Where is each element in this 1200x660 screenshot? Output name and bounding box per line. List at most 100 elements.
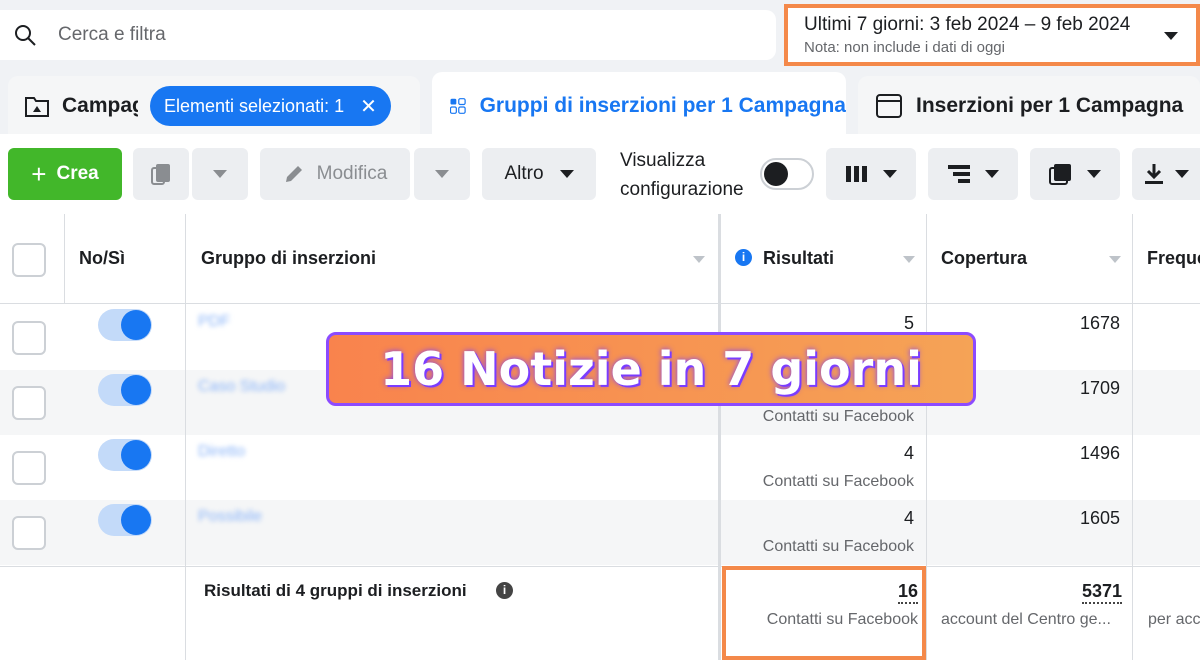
adsets-table: No/Sì Gruppo di inserzioni i Risultati C… <box>0 214 1200 660</box>
results-value: 5 <box>903 313 914 333</box>
row-checkbox[interactable] <box>12 451 46 485</box>
date-range-note: Nota: non include i dati di oggi <box>804 39 1005 56</box>
chevron-down-icon <box>1175 170 1189 178</box>
sort-caret-icon[interactable] <box>903 256 915 263</box>
more-button[interactable]: Altro <box>482 148 596 200</box>
edit-dropdown[interactable] <box>414 148 470 200</box>
columns-icon <box>846 166 867 182</box>
results-value: 4 <box>903 508 914 528</box>
date-range-picker[interactable]: Ultimi 7 giorni: 3 feb 2024 – 9 feb 2024… <box>784 4 1200 66</box>
columns-button[interactable] <box>826 148 916 200</box>
table-header: No/Sì Gruppo di inserzioni i Risultati C… <box>0 214 1200 304</box>
header-toggle: No/Sì <box>79 248 126 268</box>
adset-name[interactable]: Caso Studio <box>198 378 285 396</box>
results-type: Contatti su Facebook <box>762 408 914 425</box>
date-range-label: Ultimi 7 giorni: 3 feb 2024 – 9 feb 2024 <box>804 14 1131 35</box>
tab-campaigns[interactable]: Campagne Elementi selezionati: 1 ✕ <box>8 76 420 136</box>
folder-icon <box>25 97 49 117</box>
edit-label: Modifica <box>316 163 388 184</box>
toggle-knob <box>121 310 151 340</box>
toggle-knob <box>121 505 151 535</box>
select-all-checkbox[interactable] <box>12 243 46 277</box>
reach-value: 1678 <box>1079 313 1120 333</box>
duplicate-button[interactable] <box>133 148 189 200</box>
info-icon: i <box>496 582 513 599</box>
row-toggle[interactable] <box>98 374 152 406</box>
reach-value: 1709 <box>1079 378 1120 398</box>
search-placeholder: Cerca e filtra <box>58 24 166 45</box>
reports-button[interactable] <box>1030 148 1120 200</box>
chevron-down-icon <box>213 170 227 178</box>
tab-ads-label: Inserzioni per 1 Campagna <box>916 94 1184 117</box>
pencil-icon <box>285 166 302 182</box>
tab-ads[interactable]: Inserzioni per 1 Campagna <box>858 76 1200 136</box>
tab-adsets-label: Gruppi di inserzioni per 1 Campagna <box>479 94 846 117</box>
duplicate-icon <box>151 164 170 185</box>
duplicate-dropdown[interactable] <box>192 148 248 200</box>
chevron-down-icon <box>1087 170 1101 178</box>
reports-icon <box>1049 164 1071 185</box>
summary-row: Risultati di 4 gruppi di inserzioni i 16… <box>0 566 1200 660</box>
tab-campaigns-label: Campagne <box>62 94 138 117</box>
selected-items-label: Elementi selezionati: 1 <box>164 95 345 116</box>
search-icon <box>15 25 36 46</box>
chevron-down-icon <box>883 170 897 178</box>
reach-value: 1605 <box>1079 508 1120 528</box>
summary-label: Risultati di 4 gruppi di inserzioni <box>204 581 467 600</box>
create-button[interactable]: + Crea <box>8 148 122 200</box>
headline-banner: 16 Notizie in 7 giorni <box>326 332 976 406</box>
ad-icon <box>876 94 902 118</box>
breakdown-button[interactable] <box>928 148 1018 200</box>
column-divider <box>926 214 927 660</box>
adset-name[interactable]: PDF <box>198 313 230 331</box>
view-config-label: Visualizza configurazione <box>620 150 744 200</box>
results-value: 4 <box>903 443 914 463</box>
selected-items-badge[interactable]: Elementi selezionati: 1 ✕ <box>150 86 391 126</box>
column-divider[interactable] <box>718 214 721 660</box>
header-results[interactable]: Risultati <box>763 248 834 269</box>
column-divider <box>1132 214 1133 660</box>
adset-name[interactable]: Possibile <box>198 508 262 526</box>
table-row[interactable]: Diretto 4 Contatti su Facebook 1496 <box>0 435 1200 500</box>
create-label: Crea <box>56 163 99 184</box>
close-icon[interactable]: ✕ <box>360 94 377 119</box>
toggle-knob <box>764 162 788 186</box>
headline-text: 16 Notizie in 7 giorni <box>380 342 922 396</box>
breakdown-icon <box>948 165 970 183</box>
summary-reach-type: account del Centro ge... <box>941 611 1111 628</box>
row-toggle[interactable] <box>98 309 152 341</box>
export-button[interactable] <box>1132 148 1200 200</box>
adset-name[interactable]: Diretto <box>198 443 245 461</box>
row-checkbox[interactable] <box>12 386 46 420</box>
row-toggle[interactable] <box>98 439 152 471</box>
table-row[interactable]: Possibile 4 Contatti su Facebook 1605 <box>0 500 1200 565</box>
header-frequency[interactable]: Frequenza <box>1147 248 1200 269</box>
summary-frequency-type: per acc <box>1148 611 1200 628</box>
results-type: Contatti su Facebook <box>762 473 914 490</box>
download-icon <box>1145 164 1163 184</box>
summary-reach[interactable]: 5371 <box>1081 581 1122 604</box>
column-divider <box>64 214 65 304</box>
chevron-down-icon <box>985 170 999 178</box>
search-bar[interactable]: Cerca e filtra <box>0 10 776 60</box>
edit-button[interactable]: Modifica <box>260 148 410 200</box>
tab-adsets[interactable]: Gruppi di inserzioni per 1 Campagna <box>432 72 846 140</box>
row-toggle[interactable] <box>98 504 152 536</box>
row-checkbox[interactable] <box>12 516 46 550</box>
results-highlight-box <box>722 566 926 660</box>
info-icon: i <box>735 249 752 266</box>
reach-value: 1496 <box>1079 443 1120 463</box>
sort-caret-icon[interactable] <box>693 256 705 263</box>
plus-icon: + <box>31 158 47 189</box>
header-adset[interactable]: Gruppo di inserzioni <box>201 248 376 269</box>
row-checkbox[interactable] <box>12 321 46 355</box>
header-reach[interactable]: Copertura <box>941 248 1027 269</box>
column-divider <box>185 214 186 660</box>
grid-icon <box>450 98 466 114</box>
view-config-toggle[interactable] <box>760 158 814 190</box>
chevron-down-icon <box>1164 32 1178 40</box>
toggle-knob <box>121 375 151 405</box>
more-label: Altro <box>504 163 544 184</box>
sort-caret-icon[interactable] <box>1109 256 1121 263</box>
chevron-down-icon <box>435 170 449 178</box>
